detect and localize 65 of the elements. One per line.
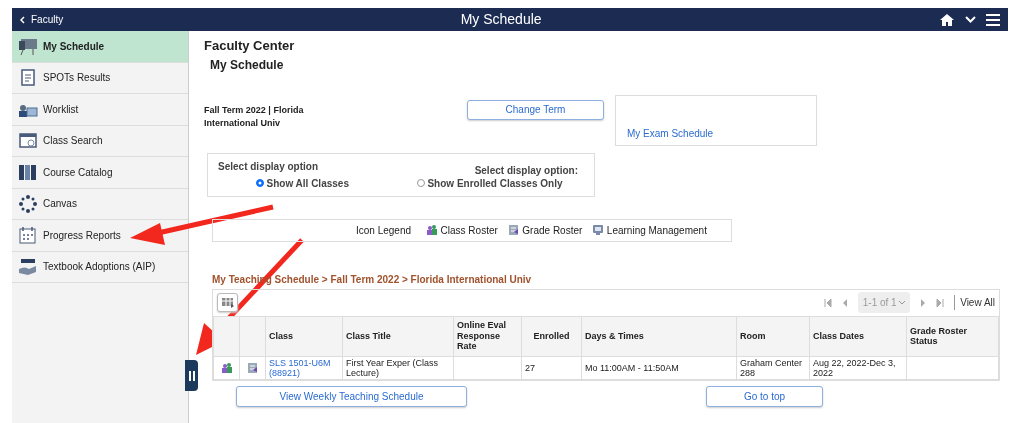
radio-label: Show Enrolled Classes Only — [427, 176, 563, 191]
dots-ring-icon — [18, 194, 38, 214]
monitor-icon — [592, 224, 605, 236]
option-label: Select display option: — [474, 163, 578, 178]
sidebar-item[interactable]: Course Catalog — [12, 157, 188, 189]
grade-sheet-icon — [507, 224, 520, 236]
page-title: My Schedule — [459, 10, 543, 29]
presentation-icon — [18, 36, 38, 56]
column-header: Room — [736, 316, 810, 356]
legend-label: Grade Roster — [522, 223, 583, 238]
table-cell: Mo 11:00AM - 11:50AM — [585, 362, 679, 373]
legend-label: Class Roster — [440, 223, 498, 238]
legend-label: Learning Management — [606, 223, 707, 238]
sidebar-item[interactable]: My Schedule — [12, 31, 188, 63]
term-label: Fall Term 2022 | Florida International Univ — [204, 103, 305, 130]
radio-label: Show All Classes — [266, 176, 349, 191]
radio-button[interactable] — [256, 179, 264, 187]
next-icon — [920, 298, 927, 307]
personalize-button[interactable] — [217, 293, 238, 312]
table-cell: 27 — [525, 362, 535, 373]
chevron-down-icon — [965, 16, 976, 23]
grade-sheet-icon[interactable] — [246, 361, 259, 374]
back-link[interactable]: Faculty — [20, 12, 64, 27]
chevron-down-icon — [899, 300, 906, 305]
previous-icon — [841, 298, 848, 307]
column-header: Enrolled — [521, 316, 582, 356]
sidebar-item[interactable]: Canvas — [12, 188, 188, 220]
radio-button[interactable] — [416, 179, 425, 187]
sidebar-item[interactable]: Textbook Adoptions (AIP) — [12, 251, 188, 283]
weekly-schedule-button[interactable]: View Weekly Teaching Schedule — [236, 386, 467, 408]
column-header: Grade Roster Status — [906, 316, 999, 356]
column-header: Days & Times — [581, 316, 737, 356]
clipboard-icon — [18, 68, 38, 88]
go-to-top-button[interactable]: Go to top — [706, 386, 823, 408]
change-term-button[interactable]: Change Term — [467, 99, 604, 120]
collapse-handle[interactable] — [185, 360, 198, 391]
table-cell: Graham Center 288 — [740, 357, 803, 378]
page-heading: Faculty Center — [204, 37, 296, 55]
page-subheading: My Schedule — [210, 56, 285, 74]
legend-title: Icon Legend — [356, 223, 412, 238]
home-icon — [939, 12, 955, 27]
sidebar-item[interactable]: Progress Reports — [12, 220, 188, 252]
books-icon — [18, 162, 38, 182]
sidebar-item[interactable]: Class Search — [12, 125, 188, 157]
column-header: Class Dates — [809, 316, 907, 356]
column-header: Class Title — [342, 316, 454, 356]
option-label: Select display option — [218, 159, 319, 174]
column-header: Online Eval Response Rate — [453, 316, 522, 356]
calendar-icon — [18, 225, 38, 245]
view-all-link[interactable]: View All — [954, 295, 995, 310]
exam-schedule-link[interactable]: My Exam Schedule — [627, 127, 714, 139]
first-page-icon — [823, 298, 832, 307]
book-hand-icon — [18, 257, 38, 277]
roster-people-icon[interactable] — [220, 361, 233, 374]
last-page-icon — [936, 298, 945, 307]
roster-people-icon — [426, 224, 439, 236]
table-cell: First Year Exper (Class Lecture) — [346, 357, 439, 378]
column-header: Class — [265, 316, 343, 356]
sidebar-item[interactable]: SPOTs Results — [12, 62, 188, 94]
grid-settings-icon — [221, 297, 234, 308]
menu-icon — [986, 13, 1000, 26]
sidebar-item[interactable]: Worklist — [12, 94, 188, 126]
table-cell: Aug 22, 2022-Dec 3, 2022 — [813, 357, 896, 378]
chevron-left-icon — [20, 15, 25, 24]
search-window-icon — [18, 131, 38, 151]
